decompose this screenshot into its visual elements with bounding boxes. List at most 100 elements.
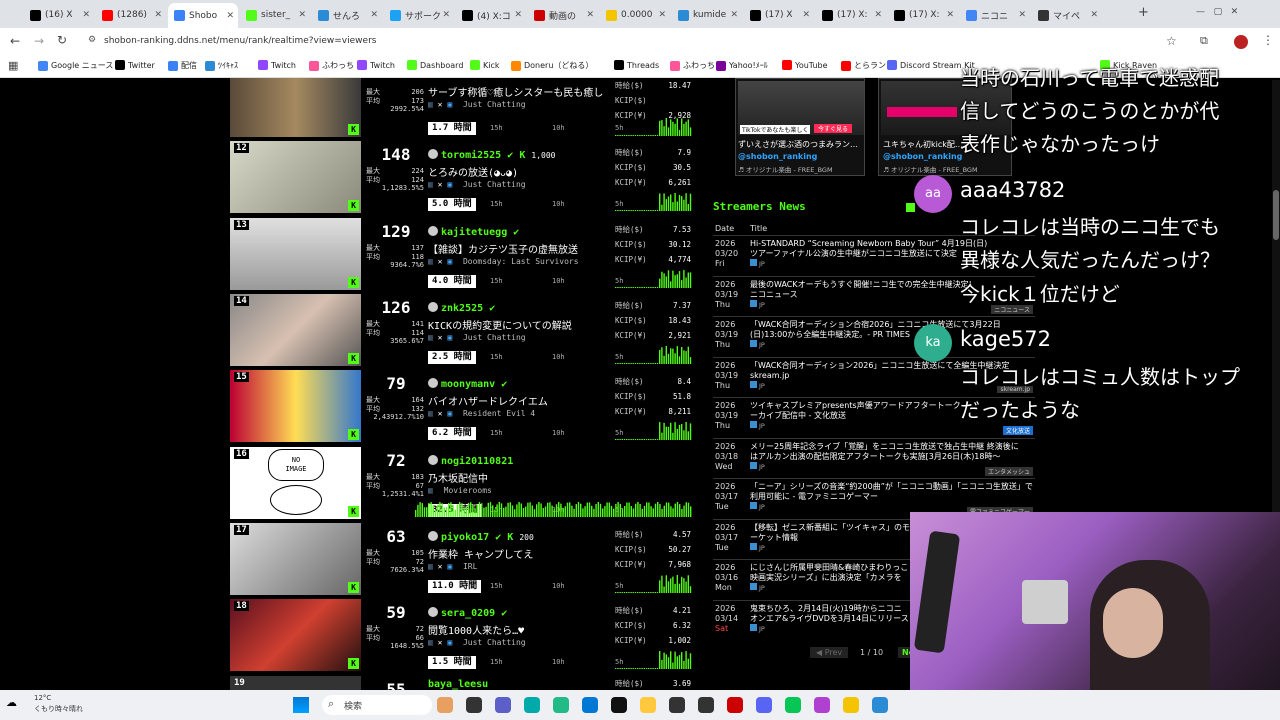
apps-icon[interactable]: ▦ [8,59,18,72]
avatar[interactable] [1234,35,1248,49]
taskbar-app-icon[interactable] [611,697,627,713]
link-icon[interactable]: ▥ [428,562,433,571]
stream-thumbnail[interactable]: K [230,78,361,137]
streamer-name[interactable]: toromi2525 ✔ K 1,000 [428,149,555,161]
scrollbar-thumb[interactable] [1273,190,1279,240]
video-handle[interactable]: @shobon_ranking [883,152,962,161]
streamer-name[interactable]: kajitetuegg ✔ [428,226,519,238]
url-input[interactable]: shobon-ranking.ddns.net/menu/rank/realti… [104,36,376,46]
x-icon[interactable]: ✕ [438,562,443,571]
windows-start-icon[interactable] [293,697,309,713]
back-icon[interactable]: ← [10,34,20,48]
bookmark-10[interactable]: Doneru（どねる） [511,60,593,71]
tab-14[interactable]: ニコニ ✕ [960,4,1030,26]
taskbar-app-icon[interactable] [698,697,714,713]
link-icon[interactable]: ▥ [428,409,433,418]
bookmark-7[interactable]: Twitch [357,60,395,70]
bookmark-8[interactable]: Dashboard [407,60,463,70]
close-icon[interactable]: ✕ [586,10,594,20]
link-icon[interactable]: ▥ [428,257,433,266]
taskbar-app-icon[interactable] [466,697,482,713]
tab-5[interactable]: せんろ ✕ [312,4,382,26]
table-row[interactable]: 19 55 baya_leesu 時給($) 3.69 [230,676,695,690]
taskbar-app-icon[interactable] [669,697,685,713]
menu-icon[interactable]: ⋮ [1262,33,1274,47]
taskbar-search[interactable]: ⌕ 検索 [322,695,432,715]
bookmark-13[interactable]: Yahoo!ﾒｰﾙ [716,60,768,71]
close-icon[interactable]: ✕ [154,10,162,20]
watch-button[interactable]: 今すぐ見る [814,124,853,133]
link-icon[interactable]: ▥ [428,180,433,189]
stream-thumbnail[interactable]: 13 K [230,218,361,290]
table-row[interactable]: K 最大 206 平均 173 4 2.5% 299 サーブす称循♡癒しシスターも民も癒し ▥ ✕… [230,78,695,141]
taskbar-app-icon[interactable] [843,697,859,713]
close-icon[interactable]: ✕ [946,10,954,20]
bookmark-6[interactable]: ふわっち [309,60,354,71]
close-icon[interactable]: ✕ [802,10,810,20]
tab-6[interactable]: サポーク ✕ [384,4,454,26]
x-icon[interactable]: ✕ [438,333,443,342]
close-icon[interactable]: ✕ [730,10,738,20]
tab-10[interactable]: kumide ✕ [672,4,742,26]
bookmark-15[interactable]: とらラン [841,60,886,71]
taskbar-app-icon[interactable] [640,697,656,713]
stream-thumbnail[interactable]: 16 NO IMAGE K [230,447,361,519]
x-icon[interactable]: ✕ [438,638,443,647]
bookmark-2[interactable]: Twitter [115,60,155,70]
stream-thumbnail[interactable]: 18 K [230,599,361,671]
video-handle[interactable]: @shobon_ranking [738,152,817,161]
tab-1[interactable]: (16) X ✕ [24,4,94,26]
taskbar-app-icon[interactable] [553,697,569,713]
bookmark-star-icon[interactable]: ☆ [1166,34,1177,48]
close-icon[interactable]: ✕ [298,10,306,20]
tab-3[interactable]: Shobo ✕ [168,3,238,28]
close-icon[interactable]: ✕ [82,10,90,20]
close-icon[interactable]: ✕ [226,11,234,21]
stream-thumbnail[interactable]: 15 K [230,370,361,442]
tiktok-card-2[interactable]: ユキちゃん初kick配… @shobon_ranking ♬ オリジナル楽曲 -… [878,78,1012,176]
stream-thumbnail[interactable]: 19 [230,676,361,690]
taskbar-app-icon[interactable] [727,697,743,713]
streamer-name[interactable]: sera_0209 ✔ [428,607,507,619]
bookmark-9[interactable]: Kick [470,60,500,70]
close-icon[interactable]: ✕ [514,10,522,20]
stream-thumbnail[interactable]: 12 K [230,141,361,213]
bookmark-3[interactable]: 配信 [168,60,197,71]
taskbar-app-icon[interactable] [437,697,453,713]
x-icon[interactable]: ✕ [438,100,443,109]
bookmark-4[interactable]: ﾂｲｷｬｽ [205,60,238,71]
tab-9[interactable]: 0.0000 ✕ [600,4,670,26]
tiktok-card-1[interactable]: TikTokであなたも楽しく 今すぐ見る ずいえさが選ぶ酒のつまみラン… @sh… [735,78,865,176]
link-icon[interactable]: ▥ [428,638,433,647]
close-icon[interactable]: ✕ [442,10,450,20]
taskbar-app-icon[interactable] [814,697,830,713]
streamer-name[interactable]: piyoko17 ✔ K 200 [428,531,534,543]
extensions-icon[interactable]: ⧉ [1200,34,1208,48]
tab-2[interactable]: (1286) ✕ [96,4,166,26]
streamer-name[interactable]: moonymanv ✔ [428,378,507,390]
bookmark-12[interactable]: ふわっち [670,60,715,71]
taskbar-app-icon[interactable] [582,697,598,713]
tab-13[interactable]: (17) X: ✕ [888,4,958,26]
reload-icon[interactable]: ↻ [57,33,67,47]
new-tab-button[interactable]: + [1138,5,1149,20]
table-row[interactable]: 14 K 126 最大 141 平均 114 7 5.6% 356 znk2525 ✔ KICKの規約… [230,294,695,370]
taskbar-app-icon[interactable] [756,697,772,713]
table-row[interactable]: 17 K 63 最大 105 平均 72 4 6.3% 762 piyoko17 ✔ K 200 作業… [230,523,695,599]
taskbar-app-icon[interactable] [872,697,888,713]
taskbar-app-icon[interactable] [785,697,801,713]
stream-thumbnail[interactable]: 17 K [230,523,361,595]
x-icon[interactable]: ✕ [438,409,443,418]
close-icon[interactable]: ✕ [1090,10,1098,20]
news-row[interactable]: 2026 03/18 Wed メリー25周年記念ライブ「覚醒」をニコニコ生放送で独占生… [713,437,1035,479]
close-icon[interactable]: ✕ [658,10,666,20]
bookmark-1[interactable]: Google ニュース [38,60,113,71]
tab-8[interactable]: 動画の ✕ [528,4,598,26]
link-icon[interactable]: ▥ [428,100,433,109]
x-icon[interactable]: ✕ [438,180,443,189]
forward-icon[interactable]: → [34,34,44,48]
taskbar-app-icon[interactable] [524,697,540,713]
streamer-name[interactable]: znk2525 ✔ [428,302,495,314]
tab-4[interactable]: sister_ ✕ [240,4,310,26]
tab-7[interactable]: (4) X:コ ✕ [456,4,526,26]
